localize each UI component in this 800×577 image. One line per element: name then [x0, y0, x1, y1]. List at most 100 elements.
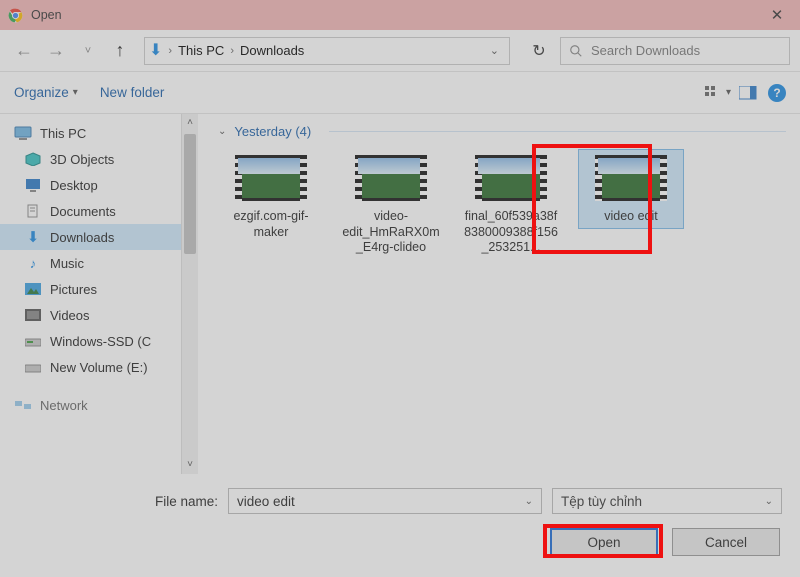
tree-label: Desktop: [50, 178, 98, 193]
search-input[interactable]: Search Downloads: [560, 37, 790, 65]
file-area[interactable]: ⌄ Yesterday (4) ezgif.com-gif-maker vide…: [198, 114, 800, 474]
titlebar: Open ✕: [0, 0, 800, 30]
scroll-thumb[interactable]: [184, 134, 196, 254]
breadcrumb[interactable]: ⬇ › This PC › Downloads ⌄: [144, 37, 510, 65]
network-icon: [14, 398, 32, 412]
tree-label: Windows-SSD (C: [50, 334, 151, 349]
view-options-button[interactable]: ▾: [708, 83, 728, 103]
chevron-down-icon[interactable]: ⌄: [765, 496, 773, 507]
file-item[interactable]: ezgif.com-gif-maker: [218, 149, 324, 244]
tree-downloads[interactable]: ⬇ Downloads: [0, 224, 198, 250]
refresh-icon: ↻: [532, 43, 545, 60]
drive-icon: [24, 360, 42, 374]
tree-label: Music: [50, 256, 84, 271]
back-button[interactable]: ←: [10, 37, 38, 65]
tree-scrollbar[interactable]: ˄ ˅: [181, 114, 198, 474]
new-folder-button[interactable]: New folder: [100, 85, 165, 100]
open-dialog: Open ✕ ← → ˅ ↑ ⬇ › This PC › Downloads ⌄: [0, 0, 800, 577]
breadcrumb-dropdown[interactable]: ⌄: [490, 44, 505, 57]
drive-icon: [24, 334, 42, 348]
arrow-up-icon: ↑: [116, 40, 125, 61]
recent-locations-button[interactable]: ˅: [74, 37, 102, 65]
tree-3d-objects[interactable]: 3D Objects: [0, 146, 198, 172]
nav-row: ← → ˅ ↑ ⬇ › This PC › Downloads ⌄ ↻: [0, 30, 800, 72]
tree-documents[interactable]: Documents: [0, 198, 198, 224]
forward-button[interactable]: →: [42, 37, 70, 65]
chevron-down-icon: ⌄: [218, 126, 226, 137]
tree-label: Downloads: [50, 230, 114, 245]
open-button[interactable]: Open: [550, 528, 658, 556]
download-folder-icon: ⬇: [149, 40, 162, 60]
tree-label: This PC: [40, 126, 86, 141]
tree-label: Videos: [50, 308, 90, 323]
cancel-label: Cancel: [705, 535, 747, 550]
chevron-down-icon: ⌄: [490, 45, 499, 57]
filename-value: video edit: [237, 494, 295, 509]
file-label: video edit: [582, 209, 680, 225]
tree-label: Network: [40, 398, 88, 413]
scroll-down-icon[interactable]: ˅: [182, 456, 198, 474]
close-icon: ✕: [771, 6, 784, 24]
help-icon: ?: [773, 86, 780, 100]
download-icon: ⬇: [24, 230, 42, 244]
window-title: Open: [31, 8, 754, 22]
tree-new-volume[interactable]: New Volume (E:): [0, 354, 198, 380]
desktop-icon: [24, 178, 42, 192]
filename-label: File name:: [18, 494, 218, 509]
group-divider: [329, 131, 786, 132]
filename-input[interactable]: video edit ⌄: [228, 488, 542, 514]
file-label: video-edit_HmRaRX0m_E4rg-clideo: [342, 209, 440, 256]
chrome-icon: [8, 8, 23, 23]
new-folder-label: New folder: [100, 85, 165, 100]
file-item[interactable]: final_60f539a38f8380009388f156_253251...: [458, 149, 564, 260]
tree-label: 3D Objects: [50, 152, 114, 167]
tree-videos[interactable]: Videos: [0, 302, 198, 328]
breadcrumb-folder[interactable]: Downloads: [240, 43, 304, 58]
chevron-down-icon[interactable]: ⌄: [525, 496, 533, 507]
file-list: ezgif.com-gif-maker video-edit_HmRaRX0m_…: [218, 149, 786, 260]
tree-desktop[interactable]: Desktop: [0, 172, 198, 198]
tree-this-pc[interactable]: This PC: [0, 120, 198, 146]
group-header[interactable]: ⌄ Yesterday (4): [218, 124, 786, 139]
file-label: ezgif.com-gif-maker: [222, 209, 320, 240]
up-button[interactable]: ↑: [106, 37, 134, 65]
video-thumb-icon: [475, 155, 547, 201]
tree-label: Documents: [50, 204, 116, 219]
pc-icon: [14, 126, 32, 140]
breadcrumb-root[interactable]: This PC: [178, 43, 224, 58]
help-button[interactable]: ?: [768, 84, 786, 102]
organize-menu[interactable]: Organize ▾: [14, 85, 78, 100]
tree-network[interactable]: Network: [0, 392, 198, 418]
file-item[interactable]: video-edit_HmRaRX0m_E4rg-clideo: [338, 149, 444, 260]
video-thumb-icon: [355, 155, 427, 201]
tree-label: New Volume (E:): [50, 360, 148, 375]
pictures-icon: [24, 282, 42, 296]
chevron-down-icon: ▾: [73, 87, 78, 98]
dialog-body: This PC 3D Objects Desktop Documents: [0, 114, 800, 474]
refresh-button[interactable]: ↻: [522, 41, 556, 61]
documents-icon: [24, 204, 42, 218]
close-button[interactable]: ✕: [754, 0, 800, 30]
cancel-button[interactable]: Cancel: [672, 528, 780, 556]
file-label: final_60f539a38f8380009388f156_253251...: [462, 209, 560, 256]
toolbar: Organize ▾ New folder ▾: [0, 72, 800, 114]
preview-pane-button[interactable]: [738, 83, 758, 103]
chevron-right-icon: ›: [230, 45, 234, 57]
organize-label: Organize: [14, 85, 69, 100]
tree-windows-ssd[interactable]: Windows-SSD (C: [0, 328, 198, 354]
view-grid-icon: [705, 86, 723, 100]
preview-pane-icon: [739, 86, 757, 100]
bottom-panel: File name: video edit ⌄ Tệp tùy chỉnh ⌄ …: [0, 474, 800, 574]
file-type-filter[interactable]: Tệp tùy chỉnh ⌄: [552, 488, 782, 514]
tree-pictures[interactable]: Pictures: [0, 276, 198, 302]
video-thumb-icon: [595, 155, 667, 201]
search-placeholder: Search Downloads: [591, 43, 700, 58]
open-label: Open: [587, 535, 620, 550]
arrow-right-icon: →: [47, 40, 65, 61]
scroll-up-icon[interactable]: ˄: [182, 114, 198, 132]
cube-icon: [24, 152, 42, 166]
filter-value: Tệp tùy chỉnh: [561, 494, 642, 509]
tree-music[interactable]: ♪ Music: [0, 250, 198, 276]
nav-tree: This PC 3D Objects Desktop Documents: [0, 114, 198, 474]
file-item-selected[interactable]: video edit: [578, 149, 684, 229]
